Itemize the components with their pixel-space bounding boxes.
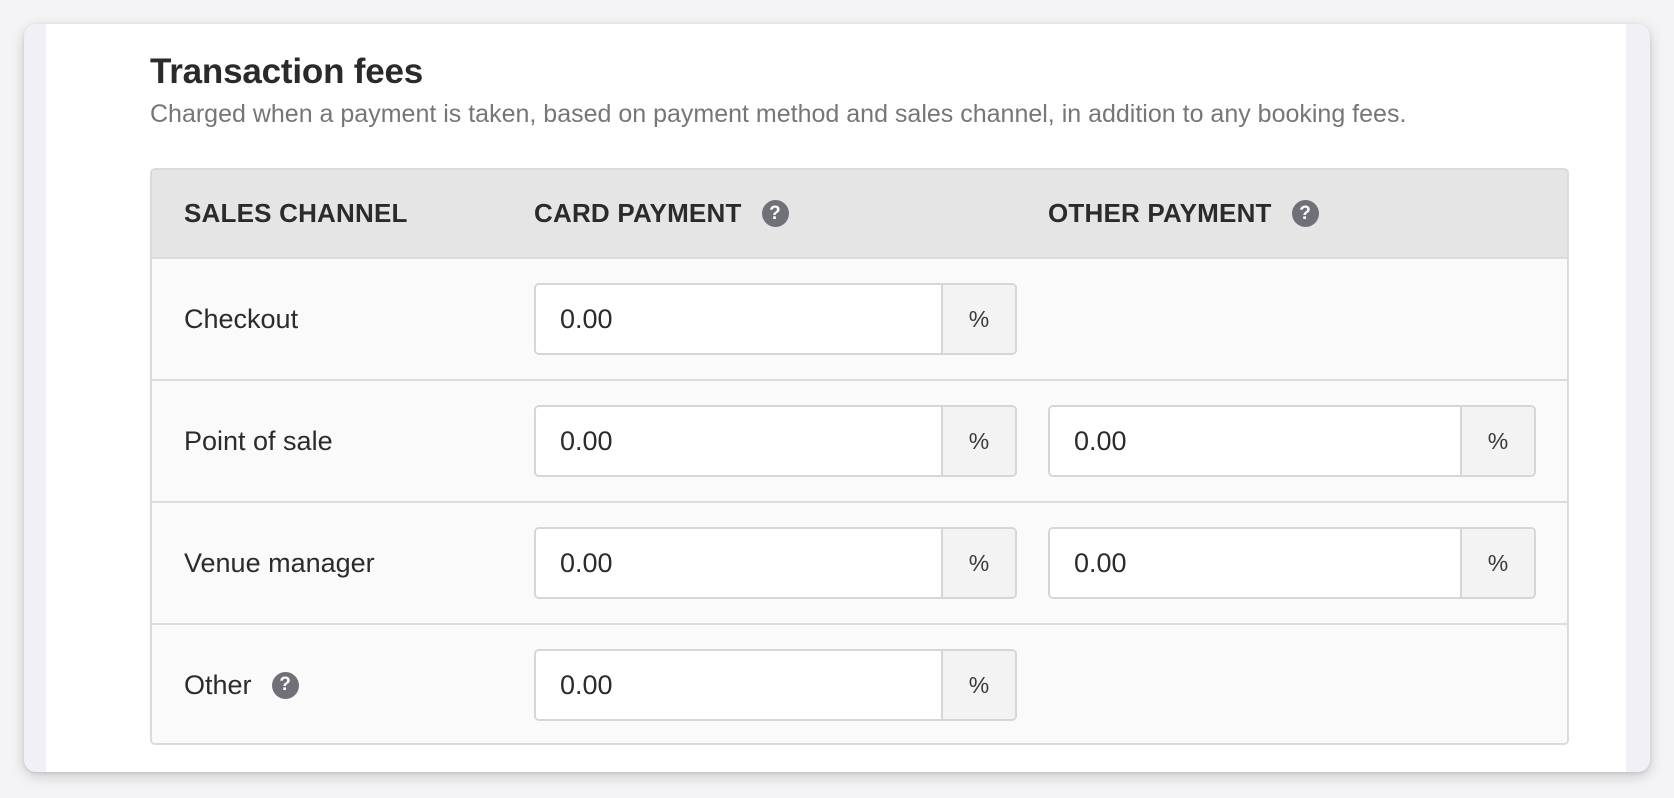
row-label: Point of sale bbox=[184, 381, 333, 501]
row-label: Venue manager bbox=[184, 503, 375, 623]
venue-manager-card-fee-input[interactable] bbox=[536, 529, 941, 597]
table-row-checkout: Checkout % bbox=[152, 257, 1567, 379]
checkout-card-fee-group: % bbox=[534, 283, 1017, 355]
header-sales-channel: SALES CHANNEL bbox=[184, 170, 408, 257]
settings-card: Transaction fees Charged when a payment … bbox=[24, 24, 1650, 772]
table-header: SALES CHANNEL CARD PAYMENT ? OTHER PAYME… bbox=[152, 170, 1567, 257]
pos-other-fee-input[interactable] bbox=[1050, 407, 1460, 475]
percent-addon: % bbox=[941, 285, 1015, 353]
percent-addon: % bbox=[1460, 529, 1534, 597]
section-subtitle: Charged when a payment is taken, based o… bbox=[150, 100, 1407, 128]
percent-addon: % bbox=[941, 651, 1015, 719]
pos-other-fee-group: % bbox=[1048, 405, 1536, 477]
other-card-fee-group: % bbox=[534, 649, 1017, 721]
percent-addon: % bbox=[941, 407, 1015, 475]
row-label-text: Other bbox=[184, 669, 252, 700]
header-other-payment-label: OTHER PAYMENT bbox=[1048, 198, 1272, 228]
card-content: Transaction fees Charged when a payment … bbox=[46, 24, 1626, 772]
venue-manager-other-fee-input[interactable] bbox=[1050, 529, 1460, 597]
header-card-payment-label: CARD PAYMENT bbox=[534, 198, 742, 228]
pos-card-fee-input[interactable] bbox=[536, 407, 941, 475]
pos-card-fee-group: % bbox=[534, 405, 1017, 477]
transaction-fees-table: SALES CHANNEL CARD PAYMENT ? OTHER PAYME… bbox=[150, 168, 1569, 745]
header-sales-channel-label: SALES CHANNEL bbox=[184, 198, 408, 228]
venue-manager-other-fee-group: % bbox=[1048, 527, 1536, 599]
header-other-payment: OTHER PAYMENT ? bbox=[1048, 170, 1319, 257]
row-label-text: Checkout bbox=[184, 303, 299, 334]
table-row-point-of-sale: Point of sale % % bbox=[152, 379, 1567, 501]
percent-addon: % bbox=[1460, 407, 1534, 475]
row-label-text: Point of sale bbox=[184, 425, 333, 456]
checkout-card-fee-input[interactable] bbox=[536, 285, 941, 353]
table-row-other: Other ? % bbox=[152, 623, 1567, 743]
other-payment-help-icon[interactable]: ? bbox=[1291, 200, 1319, 227]
other-channel-help-icon[interactable]: ? bbox=[271, 671, 299, 699]
venue-manager-card-fee-group: % bbox=[534, 527, 1017, 599]
card-payment-help-icon[interactable]: ? bbox=[761, 200, 789, 227]
table-row-venue-manager: Venue manager % % bbox=[152, 501, 1567, 623]
row-label: Checkout bbox=[184, 259, 298, 379]
row-label: Other ? bbox=[184, 625, 299, 743]
percent-addon: % bbox=[941, 529, 1015, 597]
row-label-text: Venue manager bbox=[184, 547, 375, 578]
header-card-payment: CARD PAYMENT ? bbox=[534, 170, 789, 257]
other-card-fee-input[interactable] bbox=[536, 651, 941, 719]
section-title: Transaction fees bbox=[150, 52, 424, 91]
